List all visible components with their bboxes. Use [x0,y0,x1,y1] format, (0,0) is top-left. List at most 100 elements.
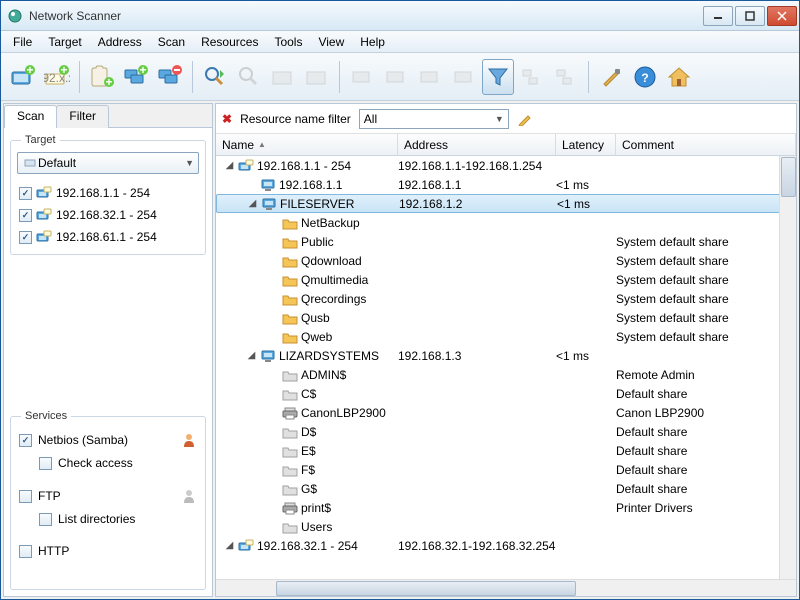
row-address: 192.168.32.1-192.168.32.254 [398,539,556,553]
service-label: HTTP [38,544,69,558]
menu-resources[interactable]: Resources [193,33,266,51]
target-combo[interactable]: Default ▼ [17,152,199,174]
row-name: D$ [301,425,316,439]
multi-add-button[interactable]: + [120,59,152,95]
service-checkbox[interactable] [19,434,32,447]
minimize-button[interactable] [703,6,733,26]
add-target-button[interactable]: + [7,59,39,95]
tree-row[interactable]: QmultimediaSystem default share [216,270,796,289]
menu-file[interactable]: File [5,33,40,51]
folder-g-icon [282,424,298,440]
home-button[interactable] [663,59,695,95]
menu-target[interactable]: Target [40,33,89,51]
tree-row[interactable]: D$ Default share [216,422,796,441]
target-checkbox[interactable] [19,187,32,200]
help-button[interactable]: ? [629,59,661,95]
menu-address[interactable]: Address [90,33,150,51]
row-comment: System default share [616,235,779,249]
filter-button[interactable] [482,59,514,95]
tree-row[interactable]: ◢FILESERVER192.168.1.2<1 ms [216,194,796,213]
menu-help[interactable]: Help [352,33,393,51]
tree-row[interactable]: QdownloadSystem default share [216,251,796,270]
tool-e-button [516,59,548,95]
edit-filter-icon[interactable] [517,111,533,127]
row-name: F$ [301,463,315,477]
col-name-header[interactable]: Name▲ [216,134,398,155]
tree-row[interactable]: Users [216,517,796,536]
maximize-button[interactable] [735,6,765,26]
col-comment-header[interactable]: Comment [616,134,796,155]
service-checkbox[interactable] [19,545,32,558]
right-panel: ✖ Resource name filter All ▼ Name▲ Addre… [215,103,797,597]
tree-row[interactable]: CanonLBP2900Canon LBP2900 [216,403,796,422]
expander-icon[interactable]: ◢ [247,198,258,209]
row-name: ADMIN$ [301,368,346,382]
svg-text:+: + [105,75,112,89]
tree-row[interactable]: QusbSystem default share [216,308,796,327]
tree-row[interactable]: ◢192.168.1.1 - 254192.168.1.1-192.168.1.… [216,156,796,175]
tree-row[interactable]: F$ Default share [216,460,796,479]
row-latency: <1 ms [556,349,616,363]
services-fieldset: Services Netbios (Samba)Check accessFTPL… [10,410,206,590]
row-name: Public [301,235,334,249]
tree-row[interactable]: C$ Default share [216,384,796,403]
folder-g-icon [282,462,298,478]
expander-icon[interactable]: ◢ [224,160,235,171]
stop-scan-button [233,59,265,95]
row-latency: <1 ms [556,178,616,192]
menu-scan[interactable]: Scan [150,33,193,51]
svg-text:+: + [139,64,146,77]
row-comment: Canon LBP2900 [616,406,779,420]
row-name: Qweb [301,330,332,344]
multi-remove-button[interactable] [154,59,186,95]
tab-filter[interactable]: Filter [56,105,109,128]
filter-combo[interactable]: All ▼ [359,109,509,129]
folder-icon [282,329,298,345]
tree-row[interactable]: QrecordingsSystem default share [216,289,796,308]
tree-row[interactable]: 192.168.1.1192.168.1.1<1 ms [216,175,796,194]
expander-icon[interactable]: ◢ [224,540,235,551]
expander-icon[interactable]: ◢ [246,350,257,361]
target-combo-icon [22,155,38,171]
row-comment: Default share [616,425,779,439]
col-address-header[interactable]: Address [398,134,556,155]
window-title: Network Scanner [29,9,701,23]
tree-row[interactable]: ◢LIZARDSYSTEMS192.168.1.3<1 ms [216,346,796,365]
service-checkbox[interactable] [19,490,32,503]
col-latency-header[interactable]: Latency [556,134,616,155]
row-comment: Default share [616,387,779,401]
close-button[interactable] [767,6,797,26]
clear-filter-icon[interactable]: ✖ [222,112,232,126]
target-checkbox[interactable] [19,209,32,222]
vertical-scrollbar[interactable] [779,156,796,579]
tree-row[interactable]: QwebSystem default share [216,327,796,346]
menu-view[interactable]: View [310,33,352,51]
tree-row[interactable]: print$Printer Drivers [216,498,796,517]
range-icon [238,158,254,174]
menu-tools[interactable]: Tools [266,33,310,51]
service-checkbox[interactable] [39,457,52,470]
horizontal-scrollbar[interactable] [216,579,796,596]
toolbar-sep [192,61,193,93]
service-checkbox[interactable] [39,513,52,526]
tree-row[interactable]: E$Default share [216,441,796,460]
row-comment: Default share [616,463,779,477]
row-comment: System default share [616,292,779,306]
tree-row[interactable]: ADMIN$Remote Admin [216,365,796,384]
list-button[interactable]: + [86,59,118,95]
add-range-button[interactable]: 192.x.x+ [41,59,73,95]
row-comment: Printer Drivers [616,501,779,515]
folder-icon [282,310,298,326]
tree-row[interactable]: Public System default share [216,232,796,251]
tab-scan[interactable]: Scan [4,105,57,128]
tree-row[interactable]: G$Default share [216,479,796,498]
left-panel: Scan Filter Target Default ▼ 192.168.1.1… [3,103,213,597]
tree-row[interactable]: ◢192.168.32.1 - 254192.168.32.1-192.168.… [216,536,796,555]
tree-row[interactable]: NetBackup [216,213,796,232]
row-name: C$ [301,387,316,401]
target-checkbox[interactable] [19,231,32,244]
scan-button[interactable] [199,59,231,95]
row-name: Qmultimedia [301,273,368,287]
results-tree[interactable]: ◢192.168.1.1 - 254192.168.1.1-192.168.1.… [216,156,796,579]
settings-button[interactable] [595,59,627,95]
